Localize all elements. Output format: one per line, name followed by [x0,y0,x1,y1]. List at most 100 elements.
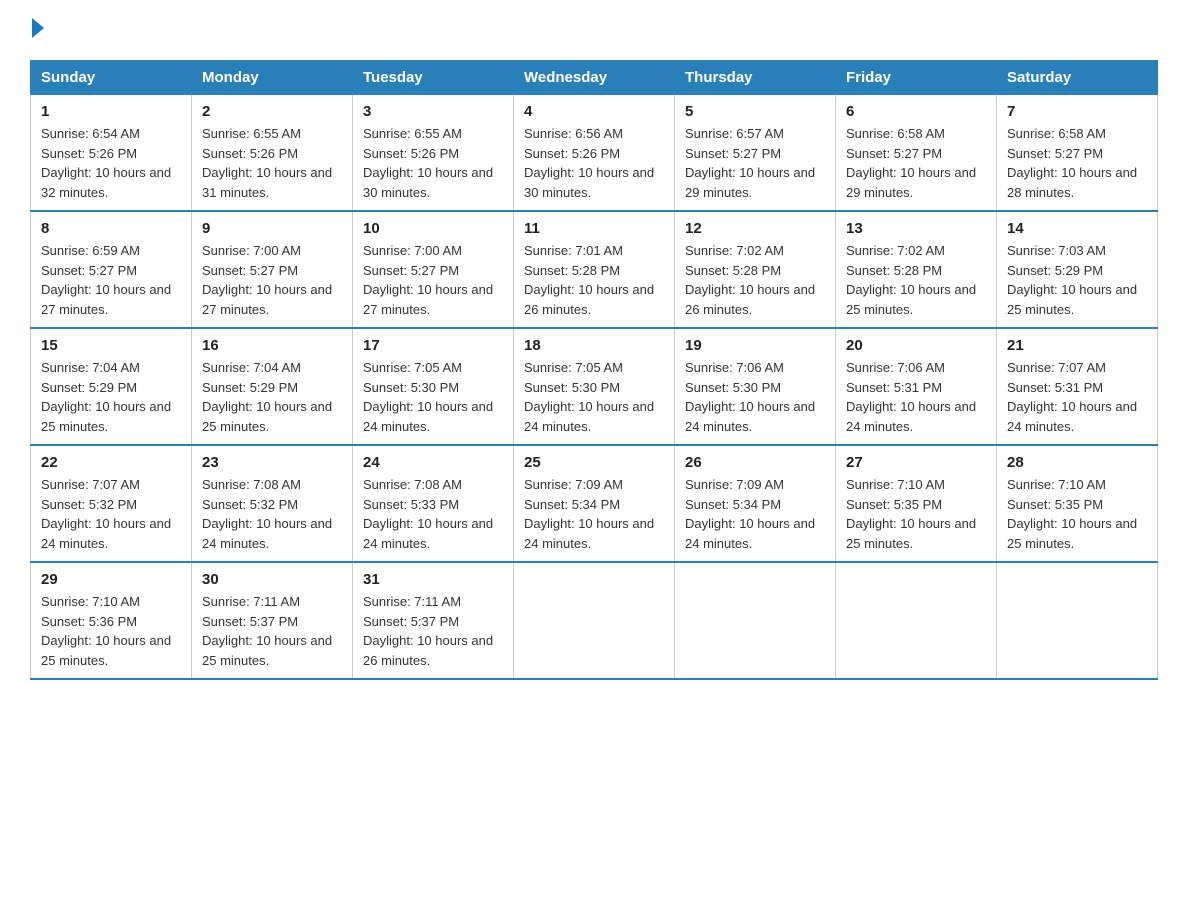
day-info: Sunrise: 7:09 AMSunset: 5:34 PMDaylight:… [685,475,825,553]
calendar-cell: 26 Sunrise: 7:09 AMSunset: 5:34 PMDaylig… [675,445,836,562]
day-number: 31 [363,571,503,588]
day-info: Sunrise: 7:09 AMSunset: 5:34 PMDaylight:… [524,475,664,553]
calendar-cell: 23 Sunrise: 7:08 AMSunset: 5:32 PMDaylig… [192,445,353,562]
calendar-week-1: 1 Sunrise: 6:54 AMSunset: 5:26 PMDayligh… [31,95,1158,212]
calendar-cell: 1 Sunrise: 6:54 AMSunset: 5:26 PMDayligh… [31,95,192,212]
calendar-cell: 11 Sunrise: 7:01 AMSunset: 5:28 PMDaylig… [514,211,675,328]
calendar-cell: 6 Sunrise: 6:58 AMSunset: 5:27 PMDayligh… [836,95,997,212]
day-info: Sunrise: 7:02 AMSunset: 5:28 PMDaylight:… [685,241,825,319]
day-number: 8 [41,220,181,237]
day-number: 20 [846,337,986,354]
day-number: 9 [202,220,342,237]
calendar-cell: 17 Sunrise: 7:05 AMSunset: 5:30 PMDaylig… [353,328,514,445]
header-row: Sunday Monday Tuesday Wednesday Thursday… [31,61,1158,95]
day-info: Sunrise: 7:10 AMSunset: 5:35 PMDaylight:… [1007,475,1147,553]
calendar-cell [675,562,836,679]
col-sunday: Sunday [31,61,192,95]
day-number: 12 [685,220,825,237]
day-info: Sunrise: 6:55 AMSunset: 5:26 PMDaylight:… [202,124,342,202]
day-info: Sunrise: 7:06 AMSunset: 5:31 PMDaylight:… [846,358,986,436]
day-number: 22 [41,454,181,471]
calendar-cell: 16 Sunrise: 7:04 AMSunset: 5:29 PMDaylig… [192,328,353,445]
day-number: 21 [1007,337,1147,354]
calendar-cell: 25 Sunrise: 7:09 AMSunset: 5:34 PMDaylig… [514,445,675,562]
day-info: Sunrise: 7:11 AMSunset: 5:37 PMDaylight:… [202,592,342,670]
calendar-table: Sunday Monday Tuesday Wednesday Thursday… [30,60,1158,680]
calendar-cell: 21 Sunrise: 7:07 AMSunset: 5:31 PMDaylig… [997,328,1158,445]
day-number: 1 [41,103,181,120]
calendar-cell: 8 Sunrise: 6:59 AMSunset: 5:27 PMDayligh… [31,211,192,328]
day-number: 2 [202,103,342,120]
day-info: Sunrise: 6:56 AMSunset: 5:26 PMDaylight:… [524,124,664,202]
col-monday: Monday [192,61,353,95]
calendar-cell: 13 Sunrise: 7:02 AMSunset: 5:28 PMDaylig… [836,211,997,328]
day-number: 19 [685,337,825,354]
day-number: 24 [363,454,503,471]
col-friday: Friday [836,61,997,95]
col-thursday: Thursday [675,61,836,95]
day-info: Sunrise: 6:55 AMSunset: 5:26 PMDaylight:… [363,124,503,202]
day-info: Sunrise: 7:08 AMSunset: 5:32 PMDaylight:… [202,475,342,553]
col-tuesday: Tuesday [353,61,514,95]
calendar-cell [836,562,997,679]
calendar-cell: 9 Sunrise: 7:00 AMSunset: 5:27 PMDayligh… [192,211,353,328]
day-info: Sunrise: 7:07 AMSunset: 5:32 PMDaylight:… [41,475,181,553]
calendar-cell: 20 Sunrise: 7:06 AMSunset: 5:31 PMDaylig… [836,328,997,445]
calendar-cell: 22 Sunrise: 7:07 AMSunset: 5:32 PMDaylig… [31,445,192,562]
col-wednesday: Wednesday [514,61,675,95]
day-number: 4 [524,103,664,120]
day-number: 25 [524,454,664,471]
calendar-cell: 28 Sunrise: 7:10 AMSunset: 5:35 PMDaylig… [997,445,1158,562]
day-number: 15 [41,337,181,354]
day-number: 5 [685,103,825,120]
day-number: 18 [524,337,664,354]
calendar-week-5: 29 Sunrise: 7:10 AMSunset: 5:36 PMDaylig… [31,562,1158,679]
day-number: 17 [363,337,503,354]
calendar-cell: 27 Sunrise: 7:10 AMSunset: 5:35 PMDaylig… [836,445,997,562]
calendar-cell: 30 Sunrise: 7:11 AMSunset: 5:37 PMDaylig… [192,562,353,679]
day-number: 7 [1007,103,1147,120]
calendar-cell [997,562,1158,679]
calendar-cell: 24 Sunrise: 7:08 AMSunset: 5:33 PMDaylig… [353,445,514,562]
logo-arrow-icon [32,18,44,38]
day-number: 28 [1007,454,1147,471]
day-info: Sunrise: 7:04 AMSunset: 5:29 PMDaylight:… [202,358,342,436]
day-info: Sunrise: 7:08 AMSunset: 5:33 PMDaylight:… [363,475,503,553]
day-info: Sunrise: 6:58 AMSunset: 5:27 PMDaylight:… [846,124,986,202]
calendar-cell: 29 Sunrise: 7:10 AMSunset: 5:36 PMDaylig… [31,562,192,679]
day-number: 11 [524,220,664,237]
day-number: 13 [846,220,986,237]
calendar-week-4: 22 Sunrise: 7:07 AMSunset: 5:32 PMDaylig… [31,445,1158,562]
calendar-cell: 2 Sunrise: 6:55 AMSunset: 5:26 PMDayligh… [192,95,353,212]
calendar-body: 1 Sunrise: 6:54 AMSunset: 5:26 PMDayligh… [31,95,1158,680]
day-number: 27 [846,454,986,471]
day-number: 14 [1007,220,1147,237]
calendar-cell: 3 Sunrise: 6:55 AMSunset: 5:26 PMDayligh… [353,95,514,212]
day-info: Sunrise: 7:05 AMSunset: 5:30 PMDaylight:… [363,358,503,436]
day-number: 26 [685,454,825,471]
day-info: Sunrise: 7:10 AMSunset: 5:35 PMDaylight:… [846,475,986,553]
calendar-cell [514,562,675,679]
day-number: 29 [41,571,181,588]
calendar-cell: 15 Sunrise: 7:04 AMSunset: 5:29 PMDaylig… [31,328,192,445]
day-info: Sunrise: 6:57 AMSunset: 5:27 PMDaylight:… [685,124,825,202]
calendar-cell: 10 Sunrise: 7:00 AMSunset: 5:27 PMDaylig… [353,211,514,328]
day-info: Sunrise: 7:06 AMSunset: 5:30 PMDaylight:… [685,358,825,436]
calendar-cell: 19 Sunrise: 7:06 AMSunset: 5:30 PMDaylig… [675,328,836,445]
day-info: Sunrise: 7:07 AMSunset: 5:31 PMDaylight:… [1007,358,1147,436]
day-number: 23 [202,454,342,471]
day-number: 3 [363,103,503,120]
day-info: Sunrise: 7:04 AMSunset: 5:29 PMDaylight:… [41,358,181,436]
calendar-cell: 5 Sunrise: 6:57 AMSunset: 5:27 PMDayligh… [675,95,836,212]
day-info: Sunrise: 7:01 AMSunset: 5:28 PMDaylight:… [524,241,664,319]
day-info: Sunrise: 7:11 AMSunset: 5:37 PMDaylight:… [363,592,503,670]
day-info: Sunrise: 7:02 AMSunset: 5:28 PMDaylight:… [846,241,986,319]
day-info: Sunrise: 6:54 AMSunset: 5:26 PMDaylight:… [41,124,181,202]
calendar-cell: 12 Sunrise: 7:02 AMSunset: 5:28 PMDaylig… [675,211,836,328]
calendar-week-2: 8 Sunrise: 6:59 AMSunset: 5:27 PMDayligh… [31,211,1158,328]
day-number: 6 [846,103,986,120]
calendar-cell: 18 Sunrise: 7:05 AMSunset: 5:30 PMDaylig… [514,328,675,445]
day-info: Sunrise: 6:58 AMSunset: 5:27 PMDaylight:… [1007,124,1147,202]
calendar-cell: 31 Sunrise: 7:11 AMSunset: 5:37 PMDaylig… [353,562,514,679]
col-saturday: Saturday [997,61,1158,95]
